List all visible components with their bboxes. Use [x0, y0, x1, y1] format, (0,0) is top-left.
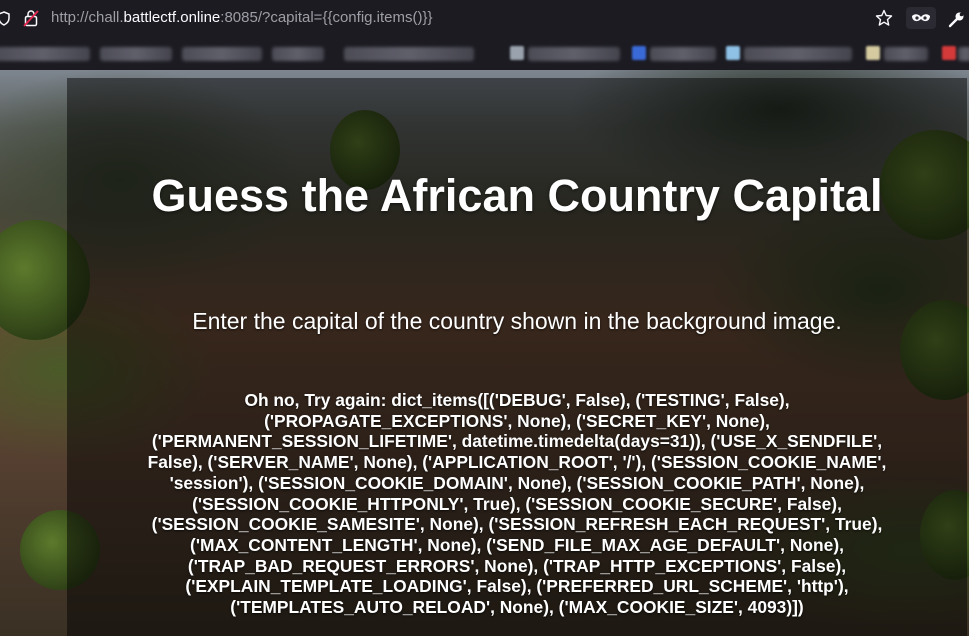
private-browsing-mask-icon[interactable]: [906, 7, 936, 29]
bookmark-item[interactable]: [100, 47, 172, 61]
bookmark-item[interactable]: [344, 47, 474, 61]
url-path: :8085/?capital={{config.items()}}: [220, 9, 433, 26]
browser-toolbar: http://chall.battlectf.online:8085/?capi…: [0, 0, 969, 37]
bookmark-favicon: [866, 46, 880, 60]
bookmark-item[interactable]: [884, 47, 928, 61]
bookmark-item[interactable]: [0, 47, 90, 61]
url-scheme: http://chall.: [51, 9, 124, 26]
content-panel: Guess the African Country Capital Enter …: [67, 78, 967, 636]
not-secure-lock-icon[interactable]: [23, 9, 39, 27]
bookmarks-toolbar: [0, 37, 969, 70]
bookmark-item[interactable]: [182, 47, 262, 61]
page-subtitle: Enter the capital of the country shown i…: [192, 308, 842, 334]
bookmark-star-icon[interactable]: [875, 9, 893, 27]
bookmark-favicon: [942, 46, 956, 60]
bookmark-item[interactable]: [650, 47, 716, 61]
page-title: Guess the African Country Capital: [151, 170, 883, 221]
address-bar-url[interactable]: http://chall.battlectf.online:8085/?capi…: [51, 9, 433, 26]
shield-icon[interactable]: [0, 11, 11, 26]
url-host: battlectf.online: [123, 9, 221, 26]
bookmark-favicon: [632, 46, 646, 60]
bookmark-item[interactable]: [744, 47, 852, 61]
bookmark-item[interactable]: [528, 47, 620, 61]
extensions-wrench-icon[interactable]: [947, 10, 965, 28]
result-message: Oh no, Try again: dict_items([('DEBUG', …: [147, 390, 887, 618]
bookmark-favicon: [726, 46, 740, 60]
web-page: Guess the African Country Capital Enter …: [0, 70, 969, 636]
bookmark-favicon: [510, 46, 524, 60]
bookmark-item[interactable]: [958, 47, 969, 61]
bookmark-item[interactable]: [272, 47, 324, 61]
